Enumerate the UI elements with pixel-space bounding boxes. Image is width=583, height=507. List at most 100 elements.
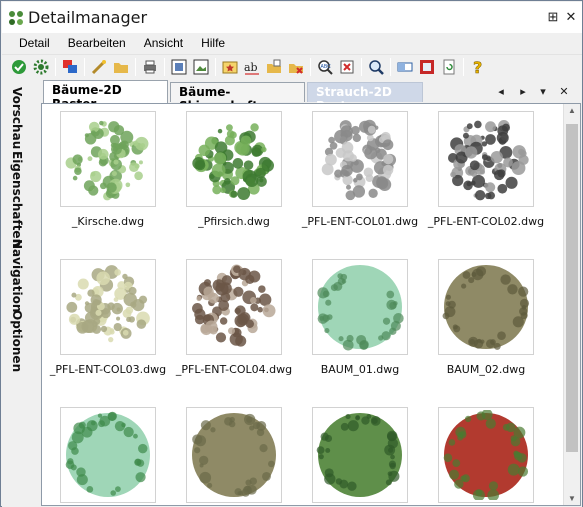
toolbar: ab ABC ? [2, 54, 582, 78]
tab-baeume-2d-raster[interactable]: Bäume-2D Raster [43, 80, 168, 111]
detail-thumbnail[interactable] [438, 111, 534, 207]
detail-filename: _PFL-ENT-COL02.dwg [427, 215, 545, 228]
menu-hilfe[interactable]: Hilfe [192, 36, 234, 50]
detail-grid: _Kirsche.dwg _Pfirsich.dwg _PFL-ENT-COL01.… [41, 103, 581, 506]
toolbar-separator [215, 57, 216, 76]
detail-filename: _Pfirsich.dwg [198, 215, 270, 228]
folder-copy-icon[interactable] [263, 56, 285, 78]
tree-image [66, 265, 150, 343]
side-tab-vorschau[interactable]: Vorschau [10, 87, 24, 149]
detail-filename: BAUM_02.dwg [446, 363, 526, 376]
detail-item[interactable]: _PFL-ENT-COL04.dwg [171, 259, 297, 376]
side-tab-navigation[interactable]: Navigation [10, 239, 24, 312]
tree-image [316, 413, 402, 497]
tab-prev-icon[interactable]: ◂ [493, 85, 509, 98]
view-icon[interactable] [394, 56, 416, 78]
window-title: Detailmanager [28, 8, 148, 27]
tree-image [321, 119, 397, 201]
picture2-icon[interactable] [190, 56, 212, 78]
menu-bar: Detail Bearbeiten Ansicht Hilfe [2, 33, 582, 53]
side-tabs: Vorschau Eigenschaften Navigation Option… [2, 79, 34, 507]
toolbar-separator [361, 57, 362, 76]
detailmanager-window: Detailmanager ⊞ ✕ Detail Bearbeiten Ansi… [0, 0, 583, 507]
ok-icon[interactable] [8, 56, 30, 78]
refresh-icon[interactable] [438, 56, 460, 78]
detail-filename: _PFL-ENT-COL03.dwg [49, 363, 167, 376]
frame-icon[interactable] [416, 56, 438, 78]
detail-item[interactable]: _PFL-ENT-COL01.dwg [297, 111, 423, 228]
toolbar-separator [84, 57, 85, 76]
svg-text:ab: ab [244, 61, 258, 74]
abc-search-icon[interactable]: ABC [314, 56, 336, 78]
detail-item[interactable]: _PFL-ENT-COL03.dwg [45, 259, 171, 376]
toolbar-separator [164, 57, 165, 76]
scrollbar-thumb[interactable] [566, 124, 578, 452]
vertical-scrollbar[interactable]: ▲ ▼ [563, 104, 580, 505]
side-tab-optionen[interactable]: Optionen [10, 310, 24, 372]
detail-item[interactable]: BAUM_02.dwg [423, 259, 549, 376]
detail-item[interactable] [45, 407, 171, 505]
tab-menu-icon[interactable]: ▾ [535, 85, 551, 98]
picture-icon[interactable] [168, 56, 190, 78]
help-icon[interactable]: ? [467, 56, 489, 78]
tab-strauch-2d-raster[interactable]: Strauch-2D Raster [307, 82, 423, 113]
toolbar-separator [390, 57, 391, 76]
detail-item[interactable]: BAUM_01.dwg [297, 259, 423, 376]
tree-image [317, 265, 404, 351]
detail-thumbnail[interactable] [312, 259, 408, 355]
detail-item[interactable] [171, 407, 297, 505]
tree-image [65, 120, 149, 201]
detail-item[interactable] [423, 407, 549, 505]
tab-baeume-skizzenhaft[interactable]: Bäume-Skizzenhaft [170, 82, 305, 113]
folder-remove-icon[interactable] [285, 56, 307, 78]
folder-open-icon[interactable] [110, 56, 132, 78]
toolbar-separator [463, 57, 464, 76]
detail-item[interactable]: _PFL-ENT-COL02.dwg [423, 111, 549, 228]
detail-item[interactable]: _Pfirsich.dwg [171, 111, 297, 228]
toolbar-separator [135, 57, 136, 76]
detail-thumbnail[interactable] [186, 407, 282, 503]
detail-thumbnail[interactable] [60, 111, 156, 207]
detail-thumbnail[interactable] [438, 407, 534, 503]
side-tab-eigenschaften[interactable]: Eigenschaften [10, 151, 24, 247]
tree-image [65, 411, 150, 497]
detail-thumbnail[interactable] [60, 407, 156, 503]
app-icon [9, 10, 23, 25]
detail-thumbnail[interactable] [186, 259, 282, 355]
detail-thumbnail[interactable] [60, 259, 156, 355]
svg-text:?: ? [473, 59, 482, 75]
pin-icon[interactable]: ⊞ [546, 10, 560, 24]
detail-thumbnail[interactable] [438, 259, 534, 355]
svg-text:ABC: ABC [321, 64, 332, 70]
detail-panel: Bäume-2D Raster Bäume-Skizzenhaft Strauc… [34, 79, 582, 507]
star-icon[interactable] [219, 56, 241, 78]
toolbar-separator [55, 57, 56, 76]
print-icon[interactable] [139, 56, 161, 78]
title-bar: Detailmanager ⊞ ✕ [2, 2, 582, 33]
detail-filename: BAUM_01.dwg [320, 363, 400, 376]
scroll-up-icon[interactable]: ▲ [568, 106, 576, 115]
detail-thumbnail[interactable] [186, 111, 282, 207]
detail-filename: _Kirsche.dwg [71, 215, 145, 228]
tree-image [442, 265, 530, 350]
close-icon[interactable]: ✕ [564, 10, 578, 24]
gear-icon[interactable] [30, 56, 52, 78]
tab-next-icon[interactable]: ▸ [515, 85, 531, 98]
search-icon[interactable] [365, 56, 387, 78]
detail-item[interactable] [297, 407, 423, 505]
windows-icon[interactable] [59, 56, 81, 78]
menu-detail[interactable]: Detail [2, 36, 59, 50]
scroll-down-icon[interactable]: ▼ [568, 494, 576, 503]
spell-icon[interactable]: ab [241, 56, 263, 78]
menu-ansicht[interactable]: Ansicht [135, 36, 192, 50]
detail-thumbnail[interactable] [312, 407, 408, 503]
tree-image [443, 410, 529, 500]
tree-image [192, 123, 275, 200]
wand-icon[interactable] [88, 56, 110, 78]
toolbar-separator [310, 57, 311, 76]
detail-thumbnail[interactable] [312, 111, 408, 207]
detail-item[interactable]: _Kirsche.dwg [45, 111, 171, 228]
tab-close-icon[interactable]: ✕ [556, 85, 572, 98]
delete-icon[interactable] [336, 56, 358, 78]
menu-bearbeiten[interactable]: Bearbeiten [59, 36, 135, 50]
